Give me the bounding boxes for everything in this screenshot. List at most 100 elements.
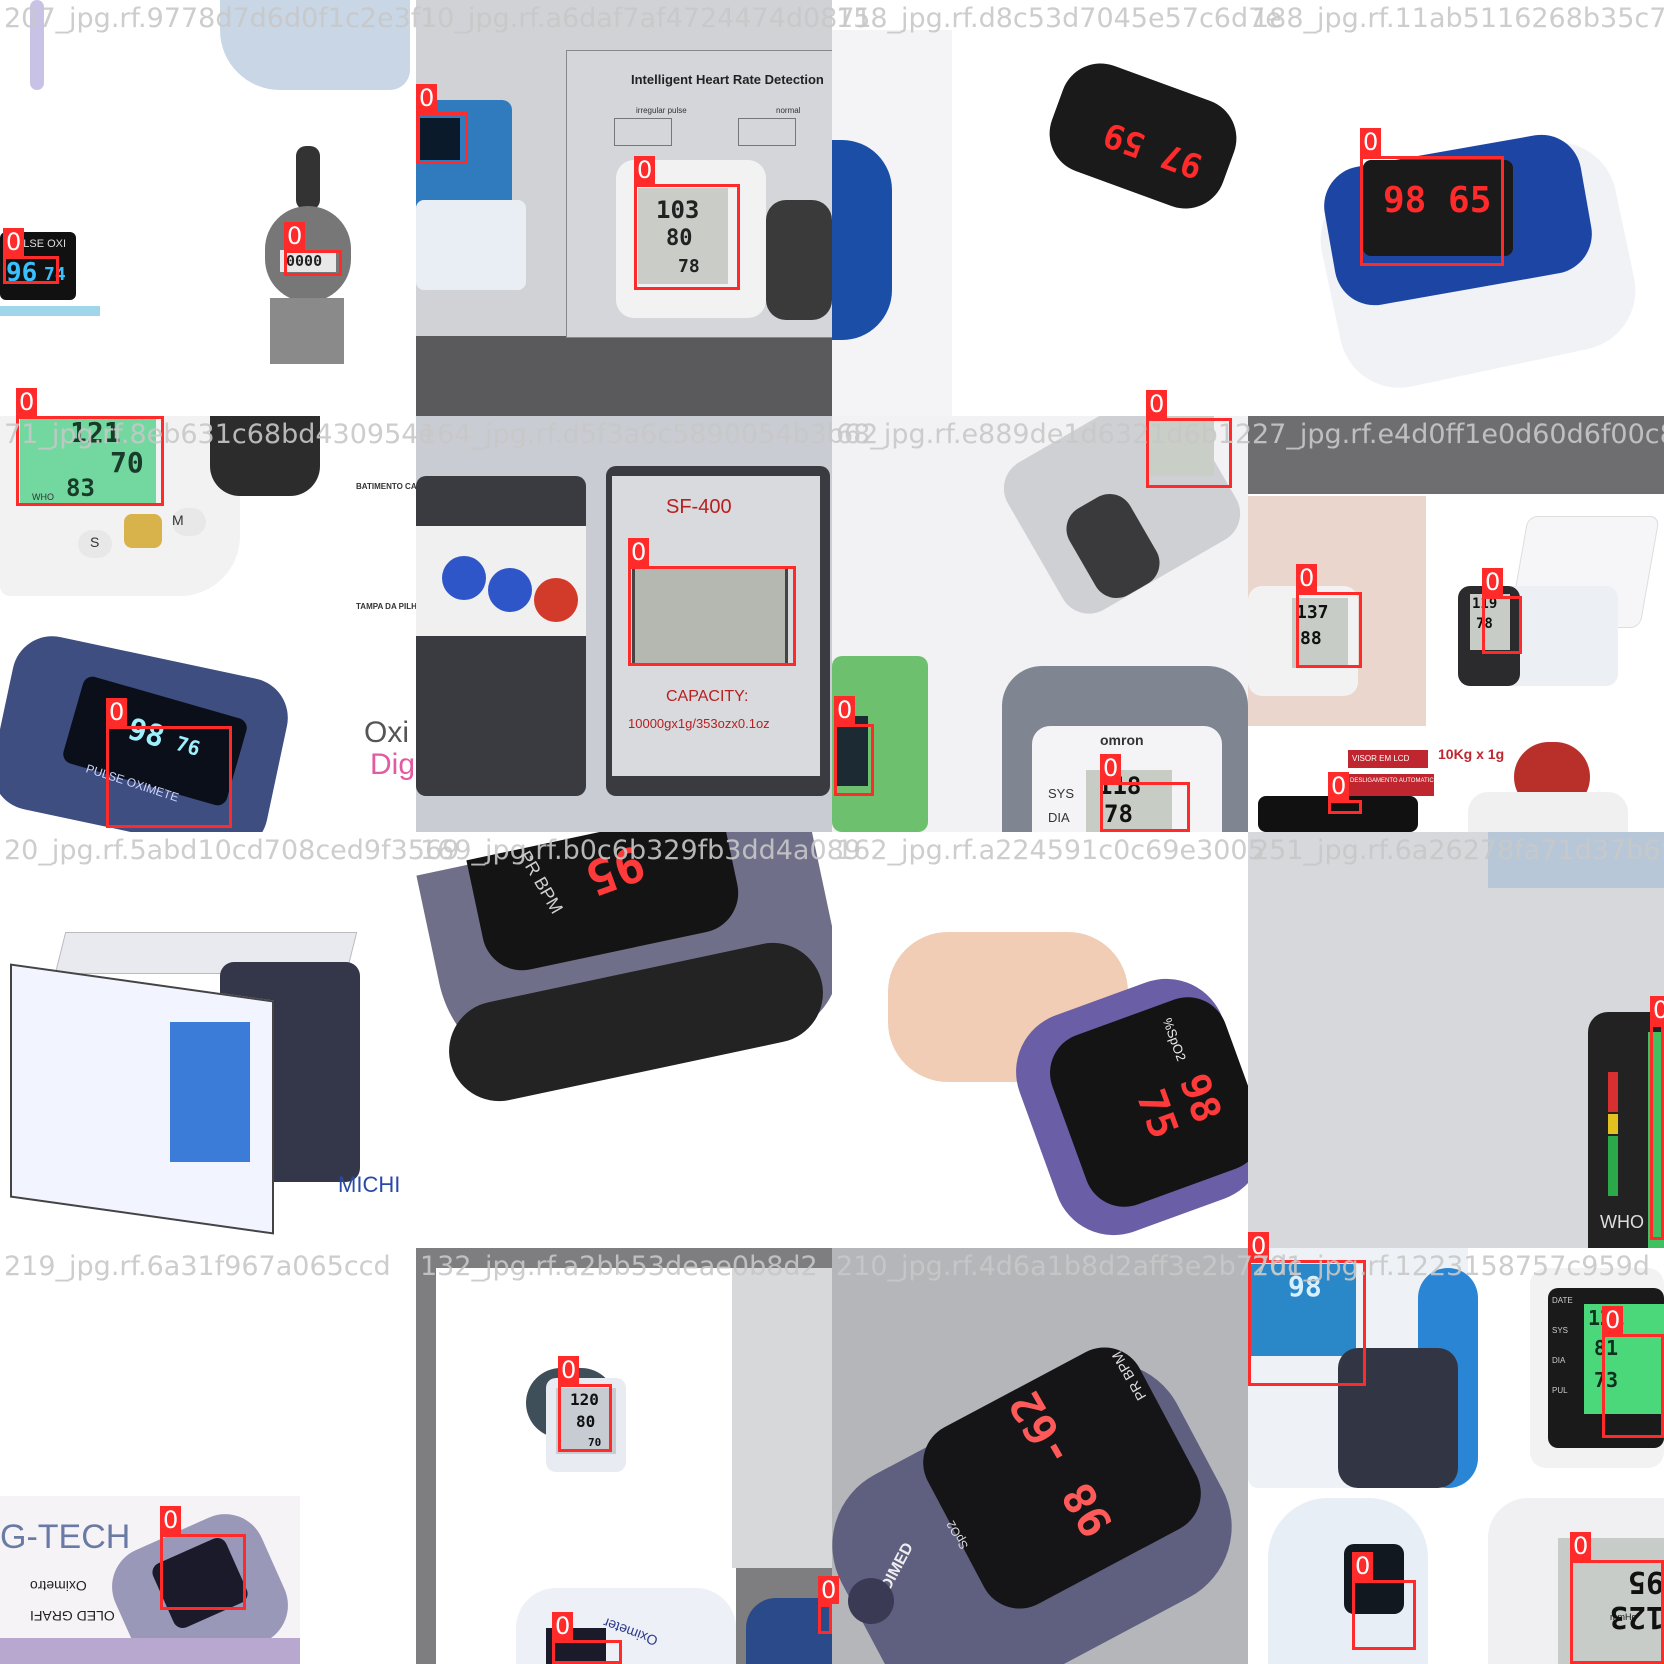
tile-10: PR BPM 95 [416, 832, 832, 1248]
top-banner [1248, 416, 1664, 494]
class-label: 0 [628, 538, 650, 566]
corner-item [1488, 832, 1664, 888]
product-line-1: Oximetro [30, 1578, 87, 1594]
class-label: 0 [1602, 1306, 1624, 1334]
class-label: 0 [1100, 754, 1122, 782]
class-label: 0 [1570, 1532, 1592, 1560]
desl-label: DESLIGAMENTO AUTOMATICO [1350, 778, 1439, 784]
class-label: 0 [160, 1506, 182, 1534]
floor-image [416, 336, 832, 416]
oxi-text: Oxi [364, 716, 409, 749]
detection-box: 0 [106, 698, 232, 828]
oximeter-base [416, 200, 526, 290]
normal-label: normal [776, 106, 801, 115]
tile-9: MICHI [0, 832, 416, 1248]
detection-box: 0 [634, 156, 740, 290]
batimento-label: BATIMENTO CA [356, 482, 416, 491]
class-label: 0 [1248, 1232, 1270, 1260]
class-label: 0 [834, 696, 856, 724]
detection-box: 0 [1352, 1552, 1416, 1650]
image-mosaic: PULSE OXI 96 74 0000 Intelligent Heart R… [0, 0, 1664, 1664]
capacity-label: CAPACITY: [666, 688, 749, 705]
cable-image [30, 0, 44, 90]
class-label: 0 [1146, 390, 1168, 418]
class-label: 0 [16, 388, 38, 416]
brand-text: MICHI [338, 1172, 401, 1197]
class-label: 0 [416, 84, 438, 112]
detection-box: 0 [1296, 564, 1362, 668]
s-label: S [90, 534, 100, 550]
brand-text: G-TECH [0, 1518, 131, 1556]
class-label: 0 [106, 698, 128, 726]
tile-14: 120 80 70 Oximeter [416, 1248, 832, 1664]
class-label: 0 [634, 156, 656, 184]
detection-box: 0 [1248, 1232, 1366, 1386]
dig-text: Dig [370, 748, 416, 781]
class-label: 0 [818, 1576, 840, 1604]
dia-label: DIA [1552, 1356, 1566, 1365]
class-label: 0 [1360, 128, 1382, 156]
detection-box: 0 [416, 84, 468, 164]
weight-label: 10Kg x 1g [1438, 746, 1505, 762]
class-label: 0 [1482, 568, 1504, 596]
sys-label: SYS [1048, 786, 1075, 801]
sys-label: SYS [1552, 1326, 1569, 1335]
fabric-image [220, 0, 410, 90]
date-label: DATE [1552, 1296, 1573, 1305]
detection-box: 0 [1360, 128, 1504, 266]
class-label: 0 [1328, 772, 1350, 800]
bp-cuff [210, 416, 320, 496]
cloth [0, 1638, 300, 1664]
scale-screen [170, 1022, 250, 1162]
omron-brand: omron [1100, 732, 1144, 748]
detection-box: 0 [1650, 996, 1664, 1240]
tile-1: PULSE OXI 96 74 0000 [0, 0, 416, 416]
class-label: 0 [552, 1612, 574, 1640]
detection-box: 0 [284, 222, 342, 276]
detection-box: 0 [558, 1356, 612, 1452]
oximeter-button [1516, 232, 1546, 272]
red-button [534, 578, 578, 622]
pul-label: PUL [1552, 1386, 1568, 1395]
power-button [124, 514, 162, 548]
product-line-2: OLED GRAFI [30, 1608, 115, 1624]
tray-image [0, 306, 100, 316]
visor-label: VISOR EM LCD [1352, 754, 1410, 763]
blue-oximeter-edge-2 [832, 140, 892, 340]
tile-11: %SpO2 98 75 [832, 832, 1248, 1248]
detection-box: 0 [1100, 754, 1190, 832]
blue-button-1 [442, 556, 486, 600]
wave-box-1 [614, 118, 672, 146]
detection-box: 0 [1570, 1532, 1664, 1664]
class-label: 0 [1650, 996, 1664, 1024]
wave-box-2 [738, 118, 796, 146]
m-label: M [172, 512, 184, 528]
bowl [1468, 792, 1628, 832]
class-label: 0 [3, 228, 25, 256]
level-red [1608, 1072, 1618, 1112]
irregular-label: irregular pulse [636, 106, 687, 115]
detection-box: 0 [160, 1506, 246, 1610]
dia-label: DIA [1048, 810, 1070, 825]
poster-heading: Intelligent Heart Rate Detection [631, 72, 824, 87]
gauge-stem [296, 146, 320, 210]
capacity-value: 10000gx1g/353ozx0.1oz [628, 716, 770, 731]
gauge-base [270, 298, 344, 364]
tile-2: Intelligent Heart Rate Detection normal … [416, 0, 832, 416]
hospital-photo [732, 1268, 832, 1568]
detection-box: 0 [1146, 390, 1232, 488]
detection-box: 0 [834, 696, 874, 796]
class-label: 0 [1296, 564, 1318, 592]
tile-12: WHO [1248, 832, 1664, 1248]
level-green [1608, 1136, 1618, 1196]
detection-box: 0 [552, 1612, 622, 1664]
detection-box: 0 [1602, 1306, 1664, 1438]
detection-box: 0 [1328, 772, 1362, 814]
tile-15: PR BPM 98 -62 SpO2 DIMED [832, 1248, 1248, 1664]
class-label: 0 [558, 1356, 580, 1384]
scale-model: SF-400 [666, 496, 732, 518]
detection-box: 0 [16, 388, 164, 506]
class-label: 0 [284, 222, 306, 250]
detection-box: 0 [628, 538, 796, 666]
oximeter-button [848, 1578, 894, 1624]
